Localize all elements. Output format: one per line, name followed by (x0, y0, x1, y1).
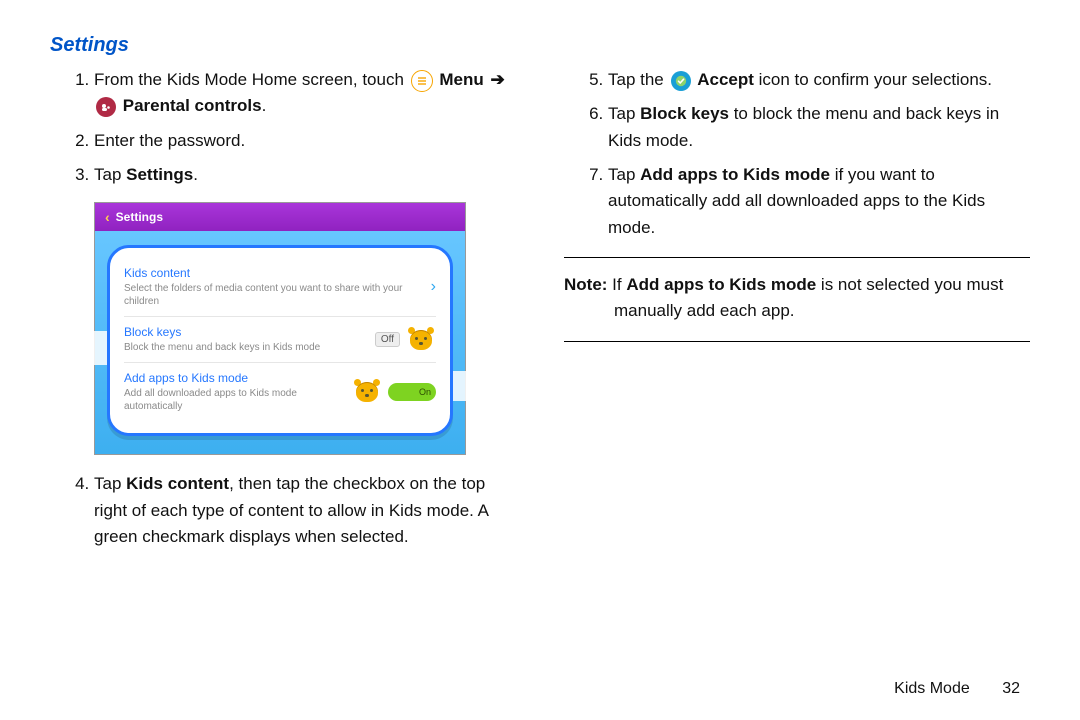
menu-label: Menu (439, 70, 483, 89)
toggle-off-label: Off (375, 332, 400, 347)
right-column: Tap the Accept icon to confirm your sele… (564, 67, 1030, 558)
footer-section: Kids Mode (894, 680, 970, 697)
note-tail1: is not selected you must (816, 275, 1003, 294)
step-6-bold: Block keys (640, 104, 729, 123)
note-label: Note: (564, 275, 607, 294)
row-desc: Add all downloaded apps to Kids mode aut… (124, 387, 342, 413)
menu-icon (411, 70, 433, 92)
lion-icon (406, 327, 436, 353)
note-bold: Add apps to Kids mode (626, 275, 816, 294)
page-footer: Kids Mode 32 (894, 680, 1020, 698)
step-4: Tap Kids content, then tap the checkbox … (94, 471, 516, 550)
step-6: Tap Block keys to block the menu and bac… (608, 101, 1030, 154)
row-kids-content[interactable]: Kids content Select the folders of media… (124, 258, 436, 316)
back-chevron-icon[interactable]: ‹ (105, 209, 110, 225)
step-7-bold: Add apps to Kids mode (640, 165, 830, 184)
row-block-keys[interactable]: Block keys Block the menu and back keys … (124, 316, 436, 362)
divider (564, 341, 1030, 342)
parental-controls-label: Parental controls (123, 96, 262, 115)
row-title: Kids content (124, 266, 421, 280)
step-3-bold: Settings (126, 165, 193, 184)
row-add-apps[interactable]: Add apps to Kids mode Add all downloaded… (124, 362, 436, 421)
step-4-bold: Kids content (126, 474, 229, 493)
kids-settings-screenshot: ‹ Settings Kids content Select the folde… (94, 202, 466, 455)
two-column-layout: From the Kids Mode Home screen, touch Me… (50, 67, 1030, 558)
left-column: From the Kids Mode Home screen, touch Me… (50, 67, 516, 558)
note-block: Note: If Add apps to Kids mode is not se… (564, 272, 1030, 325)
toggle-add-apps[interactable]: On (352, 379, 436, 405)
section-heading: Settings (50, 34, 1030, 57)
step-list-right: Tap the Accept icon to confirm your sele… (564, 67, 1030, 241)
step-3-pre: Tap (94, 165, 126, 184)
step-5: Tap the Accept icon to confirm your sele… (608, 67, 1030, 93)
screenshot-title: Settings (116, 210, 163, 224)
footer-page-number: 32 (1002, 680, 1020, 697)
step-3: Tap Settings. (94, 162, 516, 188)
step-2: Enter the password. (94, 128, 516, 154)
step-5-pre: Tap the (608, 70, 664, 89)
settings-panel: Kids content Select the folders of media… (107, 245, 453, 436)
step-6-pre: Tap (608, 104, 640, 123)
divider (564, 257, 1030, 258)
step-1: From the Kids Mode Home screen, touch Me… (94, 67, 516, 120)
step-5-tail: icon to confirm your selections. (754, 70, 992, 89)
note-tail2: manually add each app. (614, 298, 1030, 324)
step-7: Tap Add apps to Kids mode if you want to… (608, 162, 1030, 241)
switch-on: On (388, 383, 436, 401)
accept-icon (671, 71, 691, 91)
accept-label: Accept (697, 70, 754, 89)
row-title: Block keys (124, 325, 365, 339)
row-title: Add apps to Kids mode (124, 371, 342, 385)
step-1-text-a: From the Kids Mode Home screen, touch (94, 70, 404, 89)
screenshot-body: Kids content Select the folders of media… (95, 231, 465, 454)
toggle-block-keys[interactable]: Off (375, 327, 436, 353)
screenshot-titlebar: ‹ Settings (95, 203, 465, 231)
parental-icon (96, 97, 116, 117)
row-desc: Select the folders of media content you … (124, 282, 421, 308)
step-list-left-continued: Tap Kids content, then tap the checkbox … (50, 471, 516, 550)
lion-icon (352, 379, 382, 405)
note-if: If (607, 275, 626, 294)
chevron-right-icon: › (431, 278, 436, 296)
arrow-icon: ➔ (491, 67, 505, 93)
step-7-pre: Tap (608, 165, 640, 184)
step-list-left: From the Kids Mode Home screen, touch Me… (50, 67, 516, 188)
row-desc: Block the menu and back keys in Kids mod… (124, 341, 365, 354)
step-4-pre: Tap (94, 474, 126, 493)
